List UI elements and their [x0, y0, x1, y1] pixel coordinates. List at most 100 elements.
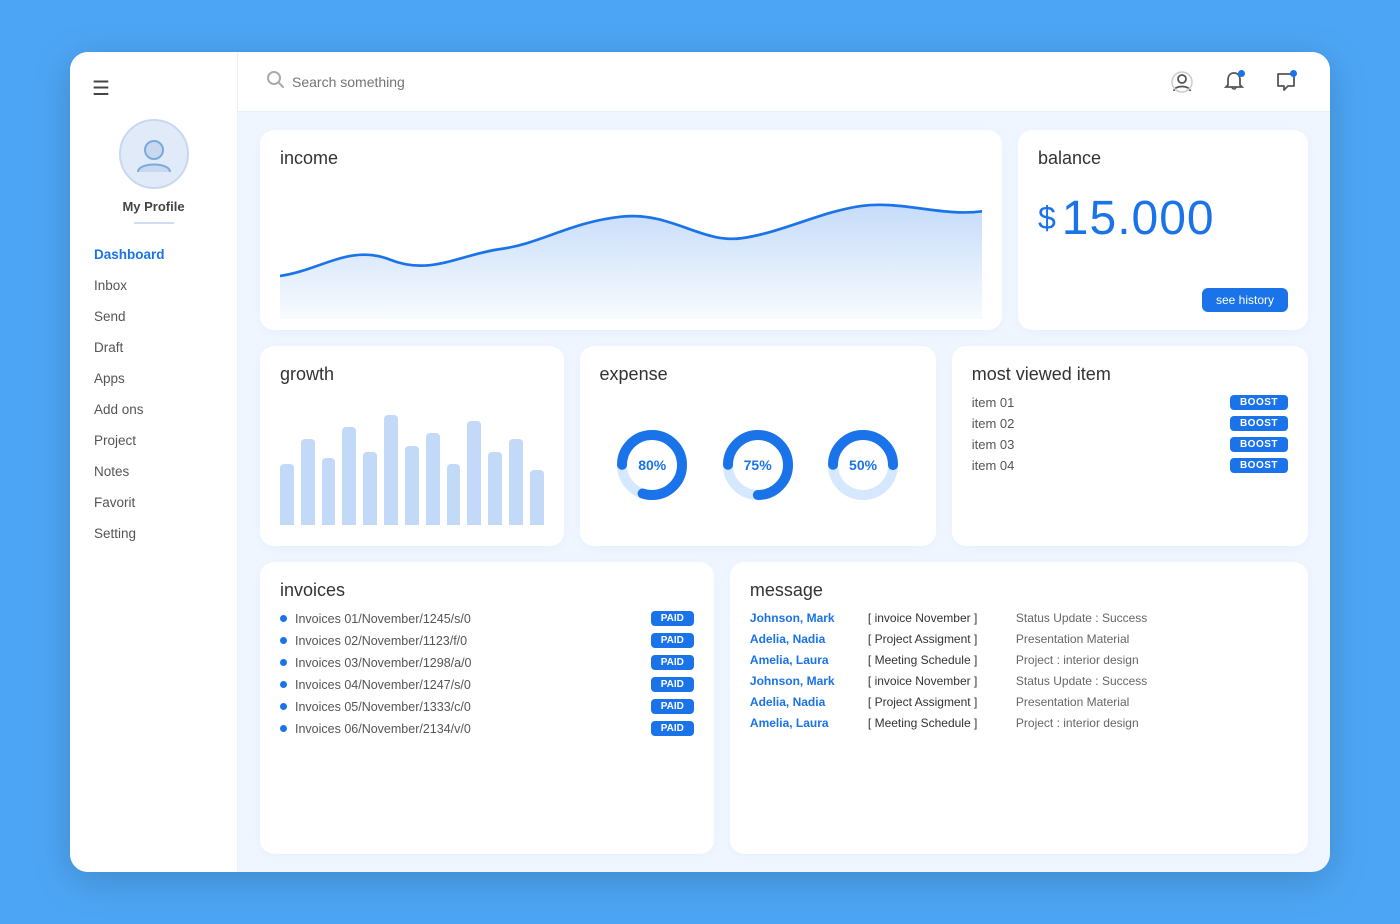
invoice-list: Invoices 01/November/1245/s/0 PAID Invoi… — [280, 611, 694, 736]
invoice-dot — [280, 725, 287, 732]
invoice-dot — [280, 637, 287, 644]
most-viewed-title: most viewed item — [972, 364, 1288, 385]
sidebar-item-dashboard[interactable]: Dashboard — [70, 240, 237, 269]
search-icon — [266, 70, 284, 93]
invoice-dot — [280, 681, 287, 688]
profile-label: My Profile — [122, 199, 184, 214]
donut: 80% — [612, 425, 692, 505]
message-sender: Adelia, Nadia — [750, 632, 860, 646]
most-viewed-item-name: item 01 — [972, 395, 1015, 410]
donut-wrap: 75% — [718, 425, 798, 505]
list-item: item 02 BOOST — [972, 416, 1288, 431]
growth-bar — [301, 439, 315, 525]
list-item: Adelia, Nadia [ Project Assigment ] Pres… — [750, 695, 1288, 709]
sidebar-item-setting[interactable]: Setting — [70, 519, 237, 548]
row-2: growth expense 80% 75% — [260, 346, 1308, 546]
donut: 50% — [823, 425, 903, 505]
list-item: Invoices 04/November/1247/s/0 PAID — [280, 677, 694, 692]
invoice-text: Invoices 02/November/1123/f/0 — [295, 634, 467, 648]
dashboard: income balance — [238, 112, 1330, 872]
boost-button[interactable]: BOOST — [1230, 416, 1288, 431]
growth-bars — [280, 395, 544, 525]
expense-title: expense — [600, 364, 916, 385]
paid-badge: PAID — [651, 677, 694, 692]
menu-icon[interactable]: ☰ — [92, 76, 110, 101]
most-viewed-list: item 01 BOOST item 02 BOOST item 03 BOOS… — [972, 395, 1288, 473]
message-subject: [ Meeting Schedule ] — [868, 716, 1008, 730]
message-preview: Project : interior design — [1016, 653, 1139, 667]
list-item: item 03 BOOST — [972, 437, 1288, 452]
paid-badge: PAID — [651, 655, 694, 670]
growth-bar — [363, 452, 377, 525]
row-3: invoices Invoices 01/November/1245/s/0 P… — [260, 562, 1308, 854]
sidebar-item-project[interactable]: Project — [70, 426, 237, 455]
header-icons — [1166, 66, 1302, 98]
sidebar-item-apps[interactable]: Apps — [70, 364, 237, 393]
growth-card: growth — [260, 346, 564, 546]
donut: 75% — [718, 425, 798, 505]
donut-label: 50% — [849, 457, 877, 473]
sidebar-item-add-ons[interactable]: Add ons — [70, 395, 237, 424]
expense-donuts: 80% 75% 50% — [600, 395, 916, 535]
donut-wrap: 50% — [823, 425, 903, 505]
sidebar-item-favorit[interactable]: Favorit — [70, 488, 237, 517]
search-input[interactable] — [292, 74, 592, 90]
list-item: Amelia, Laura [ Meeting Schedule ] Proje… — [750, 653, 1288, 667]
most-viewed-card: most viewed item item 01 BOOST item 02 B… — [952, 346, 1308, 546]
sidebar-item-notes[interactable]: Notes — [70, 457, 237, 486]
chat-notification-dot — [1290, 70, 1297, 77]
see-history-button[interactable]: see history — [1202, 288, 1288, 312]
donut-label: 80% — [638, 457, 666, 473]
balance-card: balance $ 15.000 see history — [1018, 130, 1308, 330]
growth-bar — [467, 421, 481, 525]
most-viewed-item-name: item 04 — [972, 458, 1015, 473]
message-subject: [ invoice November ] — [868, 674, 1008, 688]
message-sender: Johnson, Mark — [750, 674, 860, 688]
user-icon[interactable] — [1166, 66, 1198, 98]
sidebar-item-send[interactable]: Send — [70, 302, 237, 331]
growth-title: growth — [280, 364, 544, 385]
invoice-text: Invoices 04/November/1247/s/0 — [295, 678, 471, 692]
list-item: Invoices 03/November/1298/a/0 PAID — [280, 655, 694, 670]
invoice-text: Invoices 05/November/1333/c/0 — [295, 700, 471, 714]
sidebar-item-inbox[interactable]: Inbox — [70, 271, 237, 300]
invoice-dot — [280, 615, 287, 622]
boost-button[interactable]: BOOST — [1230, 437, 1288, 452]
growth-bar — [447, 464, 461, 525]
message-list: Johnson, Mark [ invoice November ] Statu… — [750, 611, 1288, 730]
list-item: Invoices 05/November/1333/c/0 PAID — [280, 699, 694, 714]
message-subject: [ Project Assigment ] — [868, 695, 1008, 709]
income-chart — [280, 179, 982, 319]
invoice-item-left: Invoices 06/November/2134/v/0 — [280, 722, 471, 736]
invoice-dot — [280, 703, 287, 710]
balance-title: balance — [1038, 148, 1288, 169]
boost-button[interactable]: BOOST — [1230, 395, 1288, 410]
list-item: Invoices 02/November/1123/f/0 PAID — [280, 633, 694, 648]
message-card: message Johnson, Mark [ invoice November… — [730, 562, 1308, 854]
bell-icon[interactable] — [1218, 66, 1250, 98]
message-preview: Presentation Material — [1016, 695, 1129, 709]
list-item: Adelia, Nadia [ Project Assigment ] Pres… — [750, 632, 1288, 646]
message-preview: Presentation Material — [1016, 632, 1129, 646]
growth-bar — [384, 415, 398, 525]
growth-bar — [488, 452, 502, 525]
growth-bar — [509, 439, 523, 525]
message-sender: Amelia, Laura — [750, 716, 860, 730]
sidebar-item-draft[interactable]: Draft — [70, 333, 237, 362]
header — [238, 52, 1330, 112]
chat-icon[interactable] — [1270, 66, 1302, 98]
growth-bar — [322, 458, 336, 525]
most-viewed-item-name: item 03 — [972, 437, 1015, 452]
message-sender: Adelia, Nadia — [750, 695, 860, 709]
boost-button[interactable]: BOOST — [1230, 458, 1288, 473]
message-sender: Johnson, Mark — [750, 611, 860, 625]
invoices-title: invoices — [280, 580, 694, 601]
invoice-item-left: Invoices 01/November/1245/s/0 — [280, 612, 471, 626]
message-subject: [ invoice November ] — [868, 611, 1008, 625]
invoice-text: Invoices 03/November/1298/a/0 — [295, 656, 472, 670]
list-item: Amelia, Laura [ Meeting Schedule ] Proje… — [750, 716, 1288, 730]
income-title: income — [280, 148, 982, 169]
growth-bar — [530, 470, 544, 525]
growth-bar — [342, 427, 356, 525]
message-title: message — [750, 580, 1288, 601]
